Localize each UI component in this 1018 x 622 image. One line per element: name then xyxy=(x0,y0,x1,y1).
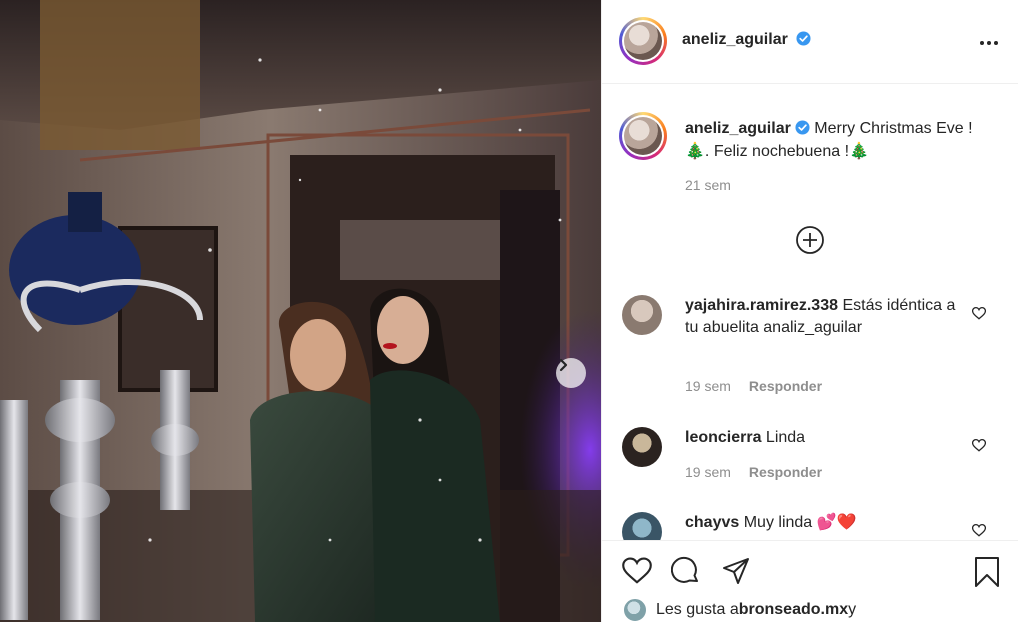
save-button[interactable] xyxy=(972,556,1002,593)
bookmark-icon xyxy=(975,557,999,587)
commenter-username[interactable]: leoncierra xyxy=(685,429,761,446)
author-avatar[interactable] xyxy=(619,17,667,65)
comment-text: chayvs Muy linda 💕❤️ xyxy=(685,512,960,534)
comment-text: leoncierra Linda xyxy=(685,427,960,449)
caption-username[interactable]: aneliz_aguilar xyxy=(685,120,791,137)
caption-author-avatar[interactable] xyxy=(619,112,667,160)
caption-line-1: Merry Christmas Eve ! xyxy=(814,120,973,137)
chevron-right-icon xyxy=(559,358,568,372)
heart-icon xyxy=(971,439,987,452)
comment-like-button[interactable] xyxy=(971,307,987,325)
commenter-username[interactable]: yajahira.ramirez.338 xyxy=(685,297,838,314)
like-button[interactable] xyxy=(622,557,652,590)
commenter-avatar[interactable] xyxy=(622,295,662,335)
load-more-comments-button[interactable] xyxy=(795,225,825,260)
post-actions-bar: Les gusta a bronseado.mx y xyxy=(602,540,1018,622)
comment-content: Linda xyxy=(761,429,806,446)
caption-line-2: . Feliz nochebuena ! xyxy=(704,143,850,160)
commenter-avatar[interactable] xyxy=(622,512,662,540)
likes-summary: Les gusta a bronseado.mx y xyxy=(622,597,856,622)
comment-text: yajahira.ramirez.338 Estás idéntica a tu… xyxy=(685,295,960,339)
liker-username[interactable]: bronseado.mx xyxy=(739,601,848,619)
post-caption: aneliz_aguilar Merry Christmas Eve ! 🎄. … xyxy=(685,117,995,163)
tree-emoji: 🎄 xyxy=(849,143,869,160)
comment-meta: 19 sem Responder xyxy=(685,464,822,480)
post-photo[interactable] xyxy=(0,0,601,622)
verified-badge-icon xyxy=(796,31,811,46)
post-side-panel: aneliz_aguilar aneliz_aguilar Merry Chri… xyxy=(601,0,1018,622)
carousel-next-button[interactable] xyxy=(556,358,586,388)
comment-meta: 19 sem Responder xyxy=(685,378,822,394)
share-icon xyxy=(723,558,749,584)
photo-illustration xyxy=(0,0,601,622)
more-options-button[interactable] xyxy=(979,33,999,51)
comment-like-button[interactable] xyxy=(971,439,987,457)
liker-avatar[interactable] xyxy=(622,597,648,622)
caption-timestamp[interactable]: 21 sem xyxy=(685,177,731,193)
likes-prefix: Les gusta a xyxy=(656,601,739,618)
post-header: aneliz_aguilar xyxy=(602,0,1018,84)
tree-emoji: 🎄 xyxy=(685,143,705,160)
comment-timestamp[interactable]: 19 sem xyxy=(685,464,731,480)
share-button[interactable] xyxy=(721,556,751,591)
verified-badge-icon xyxy=(795,120,810,135)
author-username[interactable]: aneliz_aguilar xyxy=(682,31,788,48)
comment-timestamp[interactable]: 19 sem xyxy=(685,378,731,394)
hearts-emoji: 💕❤️ xyxy=(816,514,857,531)
heart-icon xyxy=(971,307,987,320)
commenter-username[interactable]: chayvs xyxy=(685,514,739,531)
comment-icon xyxy=(670,556,698,583)
comment-button[interactable] xyxy=(670,556,701,591)
heart-icon xyxy=(971,524,987,537)
comments-list[interactable]: aneliz_aguilar Merry Christmas Eve ! 🎄. … xyxy=(602,85,1018,540)
more-options-icon xyxy=(980,41,998,45)
reply-button[interactable]: Responder xyxy=(749,464,822,480)
comment-content: Muy linda xyxy=(739,514,817,531)
reply-button[interactable]: Responder xyxy=(749,378,822,394)
commenter-avatar[interactable] xyxy=(622,427,662,467)
plus-circle-icon xyxy=(796,226,824,254)
likes-suffix: y xyxy=(848,601,857,618)
heart-icon xyxy=(622,557,652,584)
comment-like-button[interactable] xyxy=(971,524,987,540)
